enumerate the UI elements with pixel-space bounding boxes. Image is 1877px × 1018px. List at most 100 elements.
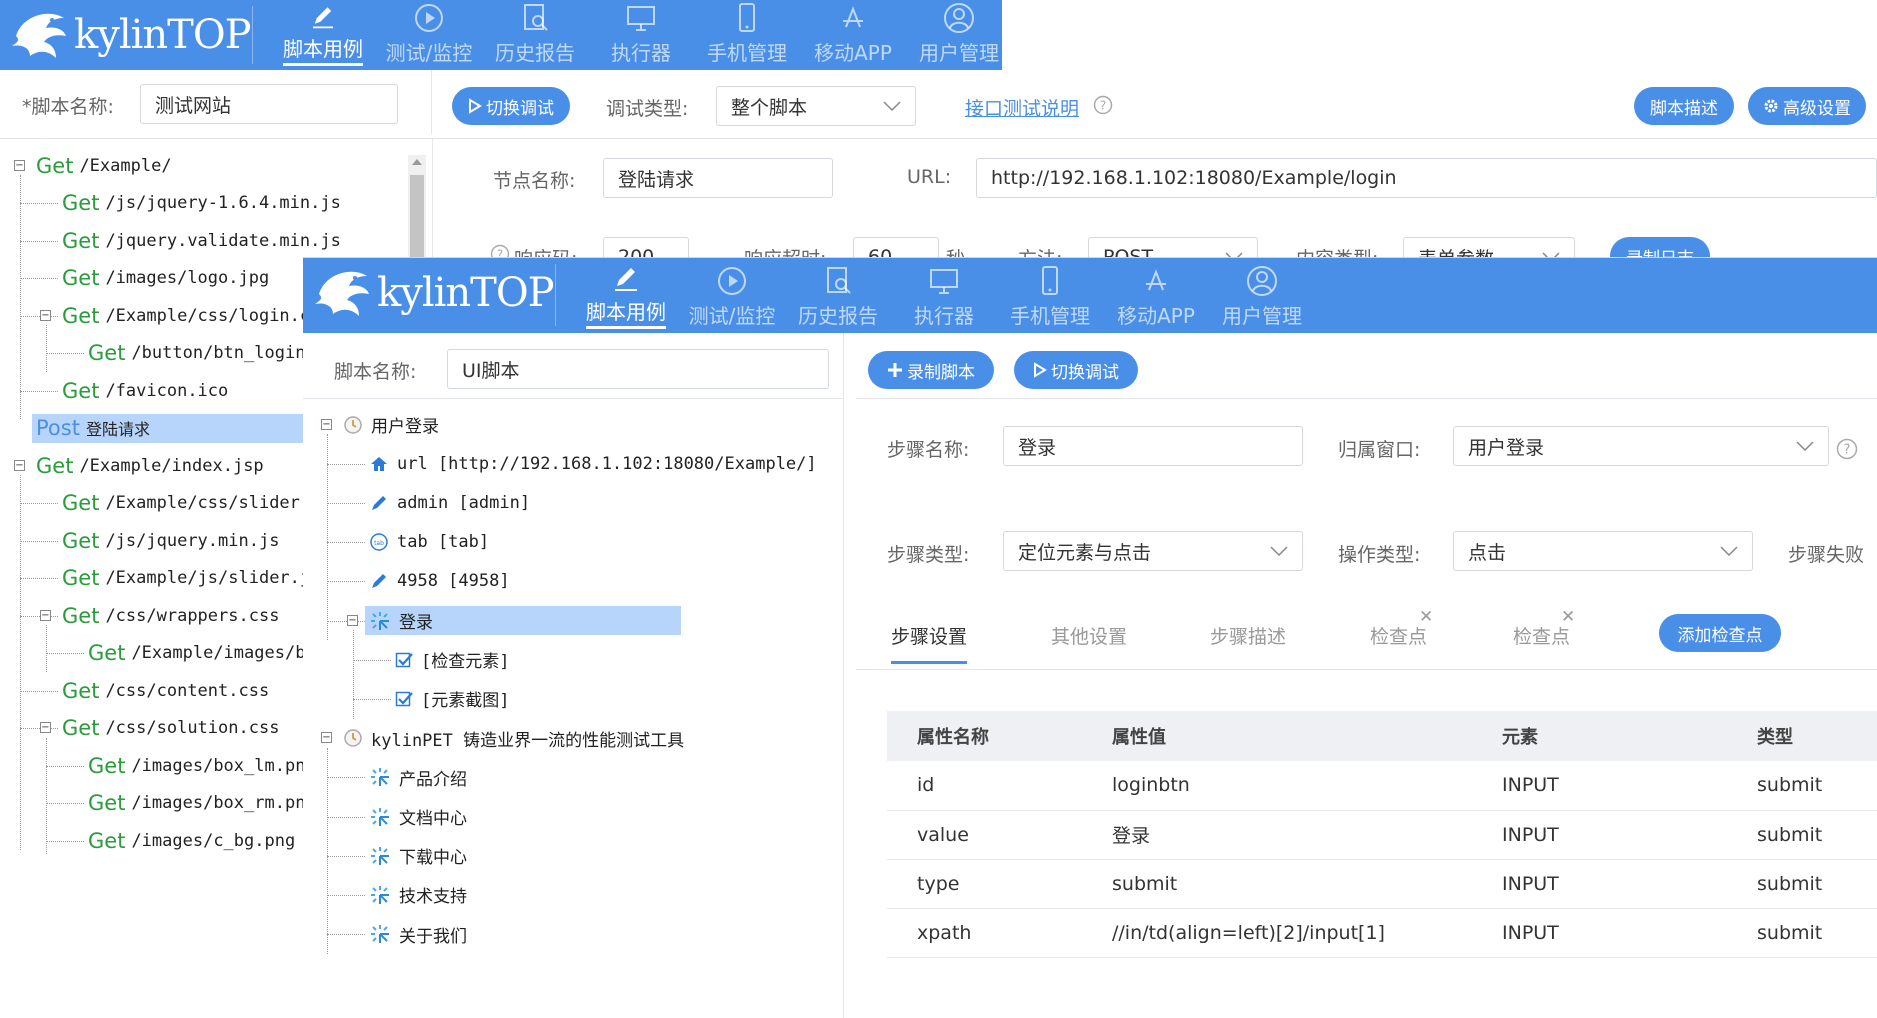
tree-node[interactable]: 产品介绍: [369, 758, 467, 797]
nav-user-management[interactable]: 用户管理: [1209, 258, 1315, 333]
tree-node[interactable]: 下载中心: [369, 836, 467, 875]
nav-test-monitor[interactable]: 测试/监控: [376, 0, 482, 70]
tree-node[interactable]: kylinPET 铸造业界一流的性能测试工具: [343, 719, 684, 758]
close-icon[interactable]: ✕: [1419, 607, 1433, 627]
window-select[interactable]: 用户登录: [1453, 426, 1829, 466]
tree-node[interactable]: Get/images/box_lm.pn: [88, 747, 305, 785]
tree-connector: [20, 475, 21, 851]
scrollbar-thumb[interactable]: [410, 175, 424, 257]
chevron-down-icon: [1720, 546, 1738, 556]
help-icon[interactable]: ?: [1093, 95, 1113, 115]
tab-other-settings[interactable]: 其他设置: [1051, 622, 1127, 649]
tree-node[interactable]: [元素截图]: [395, 679, 509, 718]
tree-node[interactable]: 技术支持: [369, 875, 467, 914]
script-name-input[interactable]: 测试网站: [140, 84, 398, 124]
tree-node[interactable]: url [http://192.168.1.102:18080/Example/…: [369, 444, 817, 483]
nav-script-cases[interactable]: 脚本用例: [270, 0, 376, 70]
nav-executor[interactable]: 执行器: [588, 0, 694, 70]
step-tree: − 用户登录 url [http://192.168.1.102:18080/Exa…: [303, 399, 843, 1018]
step-type-select[interactable]: 定位元素与点击: [1003, 531, 1303, 571]
tree-node[interactable]: 用户登录: [343, 405, 439, 444]
ui-script-window: kylinTOP 脚本用例 测试/监控 历史报告 执行器 手机管理 移动APP …: [303, 257, 1877, 1018]
tree-node[interactable]: Get/Example/: [36, 147, 172, 185]
collapse-toggle-icon[interactable]: −: [14, 159, 25, 171]
nav-user-management[interactable]: 用户管理: [906, 0, 1012, 70]
tree-node[interactable]: admin [admin]: [369, 483, 530, 522]
click-icon: [369, 923, 391, 945]
tree-node[interactable]: tab tab [tab]: [369, 523, 489, 562]
clock-icon: [343, 415, 363, 435]
record-script-button[interactable]: 录制脚本: [868, 351, 994, 389]
scroll-up-arrow-icon[interactable]: [412, 159, 422, 165]
script-name-input[interactable]: UI脚本: [447, 349, 829, 389]
collapse-toggle-icon[interactable]: −: [40, 309, 51, 321]
collapse-toggle-icon[interactable]: −: [14, 459, 25, 471]
table-row[interactable]: id loginbtn INPUT submit: [887, 761, 1877, 811]
tree-node[interactable]: 关于我们: [369, 915, 467, 954]
tree-node[interactable]: Get/images/box_rm.pn: [88, 785, 305, 823]
debug-type-select[interactable]: 整个脚本: [716, 86, 916, 126]
tree-node[interactable]: 登录: [369, 601, 433, 640]
table-cell: submit: [1757, 859, 1877, 909]
phone-icon: [1042, 266, 1058, 295]
tree-node[interactable]: Get/images/c_bg.png: [88, 822, 295, 855]
tree-connector: [20, 578, 58, 580]
tree-node[interactable]: Get/images/logo.jpg: [62, 260, 269, 298]
node-name-input[interactable]: 登陆请求: [603, 158, 833, 198]
nav-history-report[interactable]: 历史报告: [785, 258, 891, 333]
table-row[interactable]: xpath//in/td(align=left)[2]/input[1] INPU…: [887, 908, 1877, 958]
collapse-toggle-icon[interactable]: −: [321, 732, 332, 744]
collapse-toggle-icon[interactable]: −: [321, 418, 332, 430]
nav-test-monitor[interactable]: 测试/监控: [679, 258, 785, 333]
tree-node[interactable]: Get/Example/index.jsp: [36, 447, 264, 485]
table-cell: value: [887, 810, 1112, 860]
table-row[interactable]: value 登录 INPUT submit: [887, 810, 1877, 860]
request-path: /images/c_bg.png: [131, 830, 296, 851]
collapse-toggle-icon[interactable]: −: [40, 722, 51, 734]
collapse-toggle-icon[interactable]: −: [347, 614, 358, 626]
url-input[interactable]: http://192.168.1.102:18080/Example/login: [976, 158, 1877, 198]
table-row[interactable]: type submit INPUT submit: [887, 859, 1877, 909]
tree-node[interactable]: Post 登陆请求: [36, 410, 150, 448]
tree-node[interactable]: Get/Example/css/slider.cs: [62, 485, 331, 523]
tree-node[interactable]: Get/favicon.ico: [62, 372, 228, 410]
play-outline-icon: [1034, 362, 1047, 378]
tab-step-settings[interactable]: 步骤设置: [891, 622, 968, 664]
collapse-toggle-icon[interactable]: −: [40, 609, 51, 621]
tree-node[interactable]: Get/js/jquery-1.6.4.min.js: [62, 185, 341, 223]
request-path: /favicon.ico: [105, 380, 229, 401]
tree-node[interactable]: Get/css/content.css: [62, 672, 269, 710]
nav-script-cases[interactable]: 脚本用例: [573, 258, 679, 333]
add-checkpoint-button[interactable]: 添加检查点: [1659, 614, 1781, 652]
nav-history-report[interactable]: 历史报告: [482, 0, 588, 70]
switch-debug-button[interactable]: 切换调试: [452, 87, 570, 125]
script-desc-button[interactable]: 脚本描述: [1634, 87, 1734, 125]
plus-icon: [888, 363, 902, 377]
tree-node[interactable]: 4958 [4958]: [369, 562, 510, 601]
node-name-label: 节点名称:: [493, 170, 576, 192]
tree-node[interactable]: 文档中心: [369, 797, 467, 836]
nav-mobile-app[interactable]: 移动APP: [1103, 258, 1209, 333]
tree-node[interactable]: Get/button/btn_login.p: [88, 335, 326, 373]
switch-debug-button[interactable]: 切换调试: [1014, 351, 1138, 389]
api-help-link[interactable]: 接口测试说明: [965, 94, 1079, 121]
nav-mobile-app[interactable]: 移动APP: [800, 0, 906, 70]
phone-icon: [739, 3, 755, 32]
help-icon[interactable]: ?: [1836, 438, 1858, 460]
nav-phone-management[interactable]: 手机管理: [694, 0, 800, 70]
tree-node[interactable]: Get/jquery.validate.min.js: [62, 222, 341, 260]
tree-node[interactable]: Get/css/wrappers.css: [62, 597, 279, 635]
tree-node[interactable]: Get/Example/images/b: [88, 635, 305, 673]
tree-node[interactable]: Get/Example/js/slider.js: [62, 560, 320, 598]
tree-node[interactable]: Get/css/solution.css: [62, 710, 279, 748]
tree-node[interactable]: Get/js/jquery.min.js: [62, 522, 279, 560]
tree-node[interactable]: [检查元素]: [395, 640, 509, 679]
nav-executor[interactable]: 执行器: [891, 258, 997, 333]
tree-node[interactable]: Get/Example/css/login.css: [62, 297, 331, 335]
advanced-settings-button[interactable]: 高级设置: [1748, 87, 1866, 125]
close-icon[interactable]: ✕: [1561, 607, 1575, 627]
step-name-input[interactable]: 登录: [1003, 426, 1303, 466]
tab-step-description[interactable]: 步骤描述: [1210, 622, 1286, 649]
nav-phone-management[interactable]: 手机管理: [997, 258, 1103, 333]
op-type-select[interactable]: 点击: [1453, 531, 1753, 571]
